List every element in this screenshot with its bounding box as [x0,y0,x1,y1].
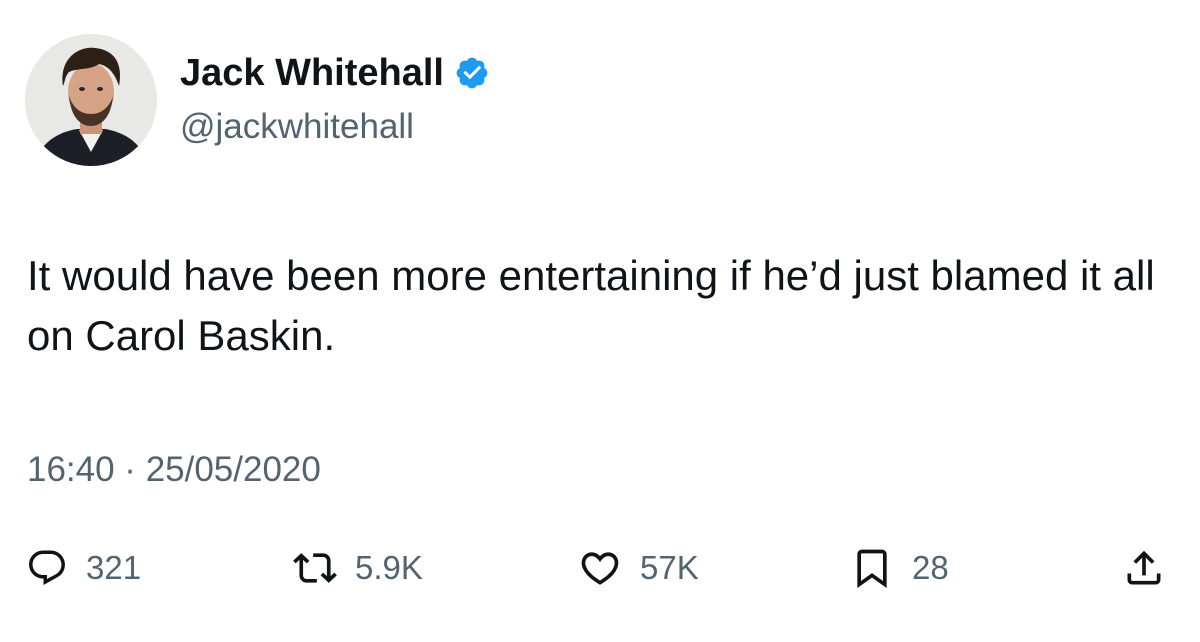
heart-icon [581,552,619,585]
bookmark-icon [857,549,887,589]
reply-icon [29,550,65,585]
retweet-icon [293,553,337,583]
tweet-text: It would have been more entertaining if … [27,252,1155,359]
like-button[interactable]: 57K [578,540,699,596]
retweet-button[interactable]: 5.9K [293,540,423,596]
avatar[interactable] [25,34,157,166]
like-count: 57K [640,549,699,586]
share-button[interactable] [1122,540,1166,596]
reply-button[interactable]: 321 [26,540,141,596]
handle[interactable]: @jackwhitehall [180,105,414,149]
display-name[interactable]: Jack Whitehall [180,50,490,96]
avatar-photo [25,34,157,166]
verified-badge-icon [454,55,490,91]
retweet-count: 5.9K [355,549,423,586]
share-icon [1127,550,1161,585]
timestamp[interactable]: 16:40 · 25/05/2020 [27,448,321,492]
display-name-text: Jack Whitehall [180,52,444,94]
bookmark-count: 28 [912,549,949,586]
tweet-card: Jack Whitehall @jackwhitehall It would h… [0,0,1200,642]
bookmark-button[interactable]: 28 [850,540,949,596]
action-bar: 321 5.9K 57K 28 [0,540,1200,596]
reply-count: 321 [86,549,142,586]
